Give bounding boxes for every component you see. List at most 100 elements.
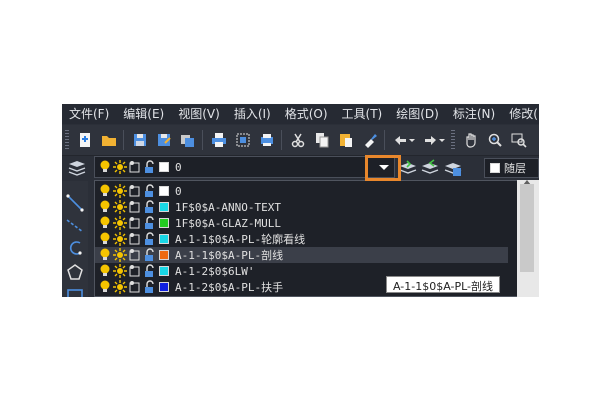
layer-color-swatch[interactable] xyxy=(159,218,169,228)
plot-icon[interactable] xyxy=(256,129,278,151)
line-icon[interactable] xyxy=(65,193,85,213)
lightbulb-on-icon[interactable] xyxy=(99,184,111,198)
match-properties-icon[interactable] xyxy=(359,129,381,151)
layer-color-swatch[interactable] xyxy=(159,282,169,292)
lightbulb-on-icon[interactable] xyxy=(99,200,111,214)
layer-list-item[interactable]: 1F$0$A-GLAZ-MULL xyxy=(95,215,508,231)
layer-list-item[interactable]: 0 xyxy=(95,183,508,199)
menu-edit[interactable]: 编辑(E) xyxy=(116,104,171,124)
sun-thaw-icon[interactable] xyxy=(113,200,127,214)
layer-state-icons xyxy=(99,160,155,174)
sheet-set-icon[interactable] xyxy=(177,129,199,151)
layer-state-icons xyxy=(99,200,155,214)
unlock-icon[interactable] xyxy=(143,232,155,246)
layer-color-swatch[interactable] xyxy=(159,186,169,196)
lightbulb-on-icon[interactable] xyxy=(99,280,111,294)
redo-icon[interactable] xyxy=(420,129,448,151)
cut-icon[interactable] xyxy=(287,129,309,151)
menu-dimension[interactable]: 标注(N) xyxy=(446,104,502,124)
layer-dropdown[interactable]: 0 xyxy=(94,156,395,178)
sun-thaw-icon[interactable] xyxy=(113,264,127,278)
menu-format[interactable]: 格式(O) xyxy=(278,104,335,124)
layer-toolbar: 0 随层 xyxy=(62,156,539,180)
construction-line-icon[interactable] xyxy=(65,216,85,236)
unlock-icon[interactable] xyxy=(143,248,155,262)
sun-thaw-icon[interactable] xyxy=(113,216,127,230)
polygon-icon[interactable] xyxy=(65,263,85,283)
lightbulb-on-icon[interactable] xyxy=(99,216,111,230)
menu-tools[interactable]: 工具(T) xyxy=(335,104,390,124)
layer-name: A-1-2$0$6LW' xyxy=(175,264,255,278)
unlock-icon[interactable] xyxy=(143,200,155,214)
viewport-freeze-icon xyxy=(129,161,140,173)
unlock-icon[interactable] xyxy=(143,296,155,297)
paste-icon[interactable] xyxy=(335,129,357,151)
layer-properties-icon[interactable] xyxy=(67,159,87,177)
layer-state-manager-icon[interactable] xyxy=(443,159,463,177)
make-current-layer-icon[interactable] xyxy=(398,159,418,177)
sun-thaw-icon[interactable] xyxy=(113,280,127,294)
layer-color-swatch[interactable] xyxy=(159,202,169,212)
layer-name: 1F$0$A-GLAZ-MULL xyxy=(175,216,281,230)
menu-bar: 文件(F) 编辑(E) 视图(V) 插入(I) 格式(O) 工具(T) 绘图(D… xyxy=(62,104,539,124)
menu-draw[interactable]: 绘图(D) xyxy=(389,104,446,124)
dropdown-scrollbar[interactable] xyxy=(517,180,539,297)
menu-insert[interactable]: 插入(I) xyxy=(227,104,278,124)
toolbar-grip[interactable] xyxy=(65,130,69,150)
zoom-realtime-icon[interactable] xyxy=(484,129,506,151)
unlock-icon[interactable] xyxy=(143,184,155,198)
layer-name: A-1-2$0$A-PL-结构 xyxy=(175,295,283,296)
layer-list-item[interactable]: A-1-1$0$A-PL-轮廓看线 xyxy=(95,231,508,247)
layer-color-swatch[interactable] xyxy=(159,266,169,276)
lightbulb-on-icon[interactable] xyxy=(99,264,111,278)
current-layer-name: 0 xyxy=(175,160,182,174)
layer-list-item[interactable]: A-1-2$0$A-PL-结构 xyxy=(95,295,508,297)
viewport-freeze-icon[interactable] xyxy=(129,232,141,246)
layer-color-swatch[interactable] xyxy=(159,250,169,260)
pan-icon[interactable] xyxy=(460,129,482,151)
toolbar-separator xyxy=(202,130,203,150)
save-as-icon[interactable] xyxy=(153,129,175,151)
sun-thaw-icon[interactable] xyxy=(113,184,127,198)
open-folder-icon[interactable] xyxy=(98,129,120,151)
layer-name: 1F$0$A-ANNO-TEXT xyxy=(175,200,281,214)
preview-icon[interactable] xyxy=(232,129,254,151)
layer-list-item[interactable]: A-1-1$0$A-PL-剖线 xyxy=(95,247,508,263)
color-control[interactable]: 随层 xyxy=(484,158,539,178)
layer-color-swatch[interactable] xyxy=(159,234,169,244)
viewport-freeze-icon[interactable] xyxy=(129,200,141,214)
lightbulb-on-icon[interactable] xyxy=(99,296,111,297)
dropdown-arrow-highlight-box xyxy=(365,155,401,181)
rectangle-icon[interactable] xyxy=(65,287,85,297)
viewport-freeze-icon[interactable] xyxy=(129,264,141,278)
sun-thaw-icon[interactable] xyxy=(113,248,127,262)
lightbulb-on-icon[interactable] xyxy=(99,232,111,246)
menu-file[interactable]: 文件(F) xyxy=(62,104,116,124)
viewport-freeze-icon[interactable] xyxy=(129,216,141,230)
layer-state-icons xyxy=(99,264,155,278)
menu-modify[interactable]: 修改(M xyxy=(502,104,539,124)
save-icon[interactable] xyxy=(129,129,151,151)
layer-name: A-1-2$0$A-PL-扶手 xyxy=(175,281,284,294)
copy-icon[interactable] xyxy=(311,129,333,151)
layer-list-item[interactable]: 1F$0$A-ANNO-TEXT xyxy=(95,199,508,215)
viewport-freeze-icon[interactable] xyxy=(129,248,141,262)
undo-icon[interactable] xyxy=(390,129,418,151)
new-icon[interactable] xyxy=(74,129,96,151)
menu-view[interactable]: 视图(V) xyxy=(171,104,227,124)
layer-previous-icon[interactable] xyxy=(420,159,440,177)
print-icon[interactable] xyxy=(208,129,230,151)
unlock-icon[interactable] xyxy=(143,280,155,294)
lightbulb-on-icon[interactable] xyxy=(99,248,111,262)
unlock-icon[interactable] xyxy=(143,216,155,230)
viewport-freeze-icon[interactable] xyxy=(129,280,141,294)
sun-thaw-icon[interactable] xyxy=(113,232,127,246)
polyline-icon[interactable] xyxy=(65,239,85,259)
scroll-thumb[interactable] xyxy=(520,184,534,272)
sun-thaw-icon[interactable] xyxy=(113,296,127,297)
viewport-freeze-icon[interactable] xyxy=(129,296,141,297)
viewport-freeze-icon[interactable] xyxy=(129,184,141,198)
unlock-icon[interactable] xyxy=(143,264,155,278)
toolbar-grip[interactable] xyxy=(451,130,455,150)
zoom-window-icon[interactable] xyxy=(508,129,530,151)
